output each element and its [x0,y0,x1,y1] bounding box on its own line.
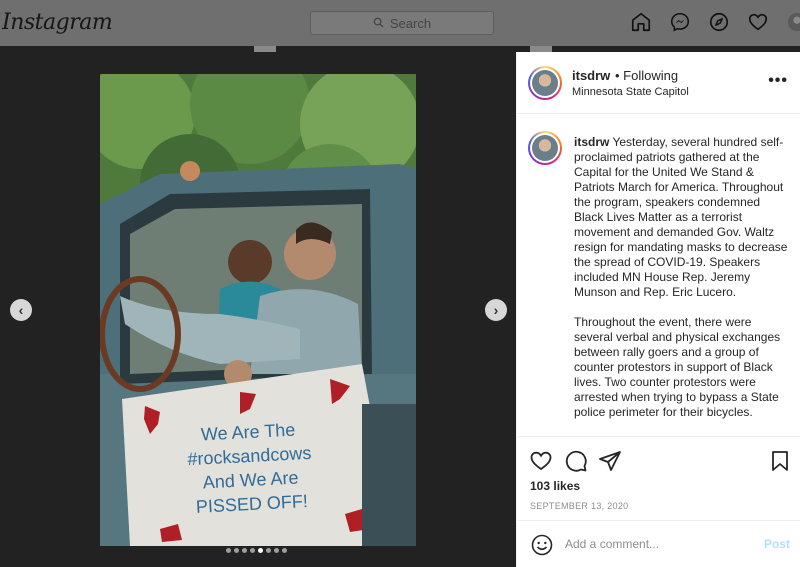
author-avatar[interactable] [528,66,562,100]
post-comment-button[interactable]: Post [764,537,790,551]
caption-text-2: Throughout the event, there were several… [574,315,781,419]
backdrop-fragment [254,46,276,52]
post-actions: 103 likes SEPTEMBER 13, 2020 Post [517,436,800,567]
carousel-dot [266,548,271,553]
sign-text: We Are The #rocksandcows And We Are PISS… [148,415,353,521]
previous-post-button[interactable]: ‹ [10,299,32,321]
caption-text-1: Yesterday, several hundred self-proclaim… [574,135,788,299]
post-panel: itsdrw • Following Minnesota State Capit… [516,52,800,567]
likes-count[interactable]: 103 likes [530,479,580,493]
carousel-dot [234,548,239,553]
author-username[interactable]: itsdrw [572,68,610,83]
save-bookmark-icon[interactable] [768,449,792,473]
post-date[interactable]: SEPTEMBER 13, 2020 [530,501,628,511]
instagram-logo[interactable]: Instagram [2,10,113,35]
profile-avatar[interactable] [786,11,800,33]
search-placeholder: Search [389,15,432,31]
like-heart-icon[interactable] [529,449,553,473]
messenger-icon[interactable] [669,11,691,33]
carousel-dot [274,548,279,553]
carousel-dot [242,548,247,553]
home-icon[interactable] [630,11,652,33]
caption-username[interactable]: itsdrw [574,135,609,149]
chevron-left-icon: ‹ [18,302,24,318]
caption-avatar[interactable] [528,131,562,165]
carousel-dot [258,548,263,553]
following-status[interactable]: • Following [615,68,678,83]
heart-icon[interactable] [747,11,769,33]
carousel-dot [282,548,287,553]
top-nav: Instagram Search [0,0,800,46]
search-icon [373,16,384,31]
search-box[interactable]: Search [310,11,494,35]
carousel-dots [226,548,287,553]
emoji-icon[interactable] [530,533,554,557]
add-comment-bar: Post [517,520,800,567]
carousel-dot [250,548,255,553]
post-header: itsdrw • Following Minnesota State Capit… [517,52,800,114]
carousel-dot [226,548,231,553]
post-location[interactable]: Minnesota State Capitol [572,86,689,98]
more-options-icon[interactable]: ••• [768,72,788,90]
explore-icon[interactable] [708,11,730,33]
comment-input[interactable] [565,537,755,551]
caption-area: itsdrw Yesterday, several hundred self-p… [517,115,800,433]
comment-icon[interactable] [564,449,588,473]
post-caption: itsdrw Yesterday, several hundred self-p… [574,135,792,420]
share-icon[interactable] [598,449,622,473]
chevron-right-icon: › [493,302,499,318]
next-post-button[interactable]: › [485,299,507,321]
